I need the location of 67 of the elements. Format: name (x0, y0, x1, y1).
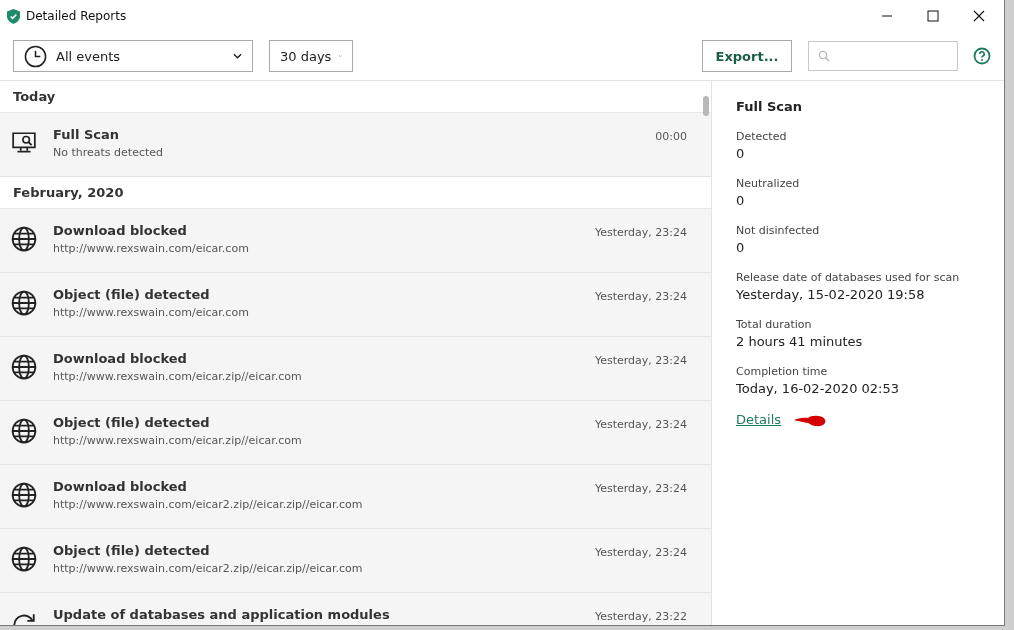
event-time: Yesterday, 23:24 (594, 546, 687, 559)
event-row[interactable]: Object (file) detected http://www.rexswain.com/eicar2.zip//eicar.zip//eicar.com Yesterday, 23:24 (0, 529, 711, 593)
field-label: Not disinfected (736, 224, 821, 237)
event-row[interactable]: Object (file) detected http://www.rexswain.com/eicar.zip//eicar.com Yesterday, 23:24 (0, 401, 711, 465)
scrollbar-thumb[interactable] (703, 96, 709, 116)
help-icon[interactable] (973, 47, 991, 65)
globe-icon (11, 418, 37, 444)
field-label: Detected (736, 130, 788, 143)
event-row[interactable]: Update of databases and application modules Yesterday, 23:22 (0, 593, 711, 625)
globe-icon (11, 546, 37, 572)
search-icon (818, 50, 830, 62)
event-row[interactable]: Download blocked http://www.rexswain.com/eicar.com Yesterday, 23:24 (0, 209, 711, 273)
monitor-search-icon (11, 130, 37, 156)
globe-icon (11, 290, 37, 316)
event-title: Update of databases and application modules (53, 607, 390, 622)
globe-icon (11, 226, 37, 252)
shield-check-icon (7, 8, 20, 24)
field-value: 0 (736, 240, 746, 255)
event-title: Object (file) detected (53, 415, 211, 430)
field-label: Total duration (736, 318, 813, 331)
event-row[interactable]: Download blocked http://www.rexswain.com/eicar.zip//eicar.com Yesterday, 23:24 (0, 337, 711, 401)
period-dropdown[interactable]: 30 days (269, 40, 353, 72)
maximize-icon[interactable] (927, 10, 939, 22)
group-heading: February, 2020 (13, 185, 124, 200)
field-value: 0 (736, 193, 746, 208)
event-title: Object (file) detected (53, 287, 211, 302)
event-row[interactable]: Object (file) detected http://www.rexswain.com/eicar.com Yesterday, 23:24 (0, 273, 711, 337)
export-button[interactable]: Export... (702, 40, 792, 72)
event-time: Yesterday, 23:24 (594, 354, 687, 367)
search-field[interactable] (808, 41, 958, 71)
field-value: 0 (736, 146, 746, 161)
event-subtitle: http://www.rexswain.com/eicar2.zip//eicar.zip//eicar.com (53, 498, 363, 511)
event-title: Full Scan (53, 127, 121, 142)
clock-icon (24, 44, 47, 68)
event-time: Yesterday, 23:24 (594, 226, 687, 239)
globe-icon (11, 354, 37, 380)
event-row[interactable]: Full Scan No threats detected 00:00 (0, 113, 711, 177)
event-time: 00:00 (655, 130, 687, 143)
field-label: Neutralized (736, 177, 801, 190)
event-subtitle: http://www.rexswain.com/eicar.zip//eicar.com (53, 370, 302, 383)
event-subtitle: http://www.rexswain.com/eicar2.zip//eicar.zip//eicar.com (53, 562, 363, 575)
event-subtitle: http://www.rexswain.com/eicar.com (53, 306, 249, 319)
event-time: Yesterday, 23:24 (594, 482, 687, 495)
event-title: Object (file) detected (53, 543, 211, 558)
event-row[interactable]: Download blocked http://www.rexswain.com/eicar2.zip//eicar.zip//eicar.com Yesterday, 23:24 (0, 465, 711, 529)
field-value: 2 hours 41 minutes (736, 334, 864, 349)
event-time: Yesterday, 23:24 (594, 290, 687, 303)
field-label: Release date of databases used for scan (736, 271, 961, 284)
field-label: Completion time (736, 365, 829, 378)
event-time: Yesterday, 23:22 (594, 610, 687, 623)
event-title: Download blocked (53, 223, 188, 238)
details-title: Full Scan (736, 99, 804, 114)
event-subtitle: No threats detected (53, 146, 163, 159)
event-filter-dropdown[interactable]: All events (13, 40, 253, 72)
details-link[interactable]: Details (736, 412, 782, 427)
globe-icon (11, 482, 37, 508)
window-title: Detailed Reports (26, 9, 127, 23)
event-title: Download blocked (53, 479, 188, 494)
field-value: Yesterday, 15-02-2020 19:58 (736, 287, 926, 302)
group-heading: Today (13, 89, 56, 104)
field-value: Today, 16-02-2020 02:53 (736, 381, 900, 396)
event-subtitle: http://www.rexswain.com/eicar.zip//eicar.com (53, 434, 302, 447)
caret-icon (233, 53, 242, 59)
event-time: Yesterday, 23:24 (594, 418, 687, 431)
event-subtitle: http://www.rexswain.com/eicar.com (53, 242, 249, 255)
close-icon[interactable] (973, 10, 985, 22)
event-title: Download blocked (53, 351, 188, 366)
